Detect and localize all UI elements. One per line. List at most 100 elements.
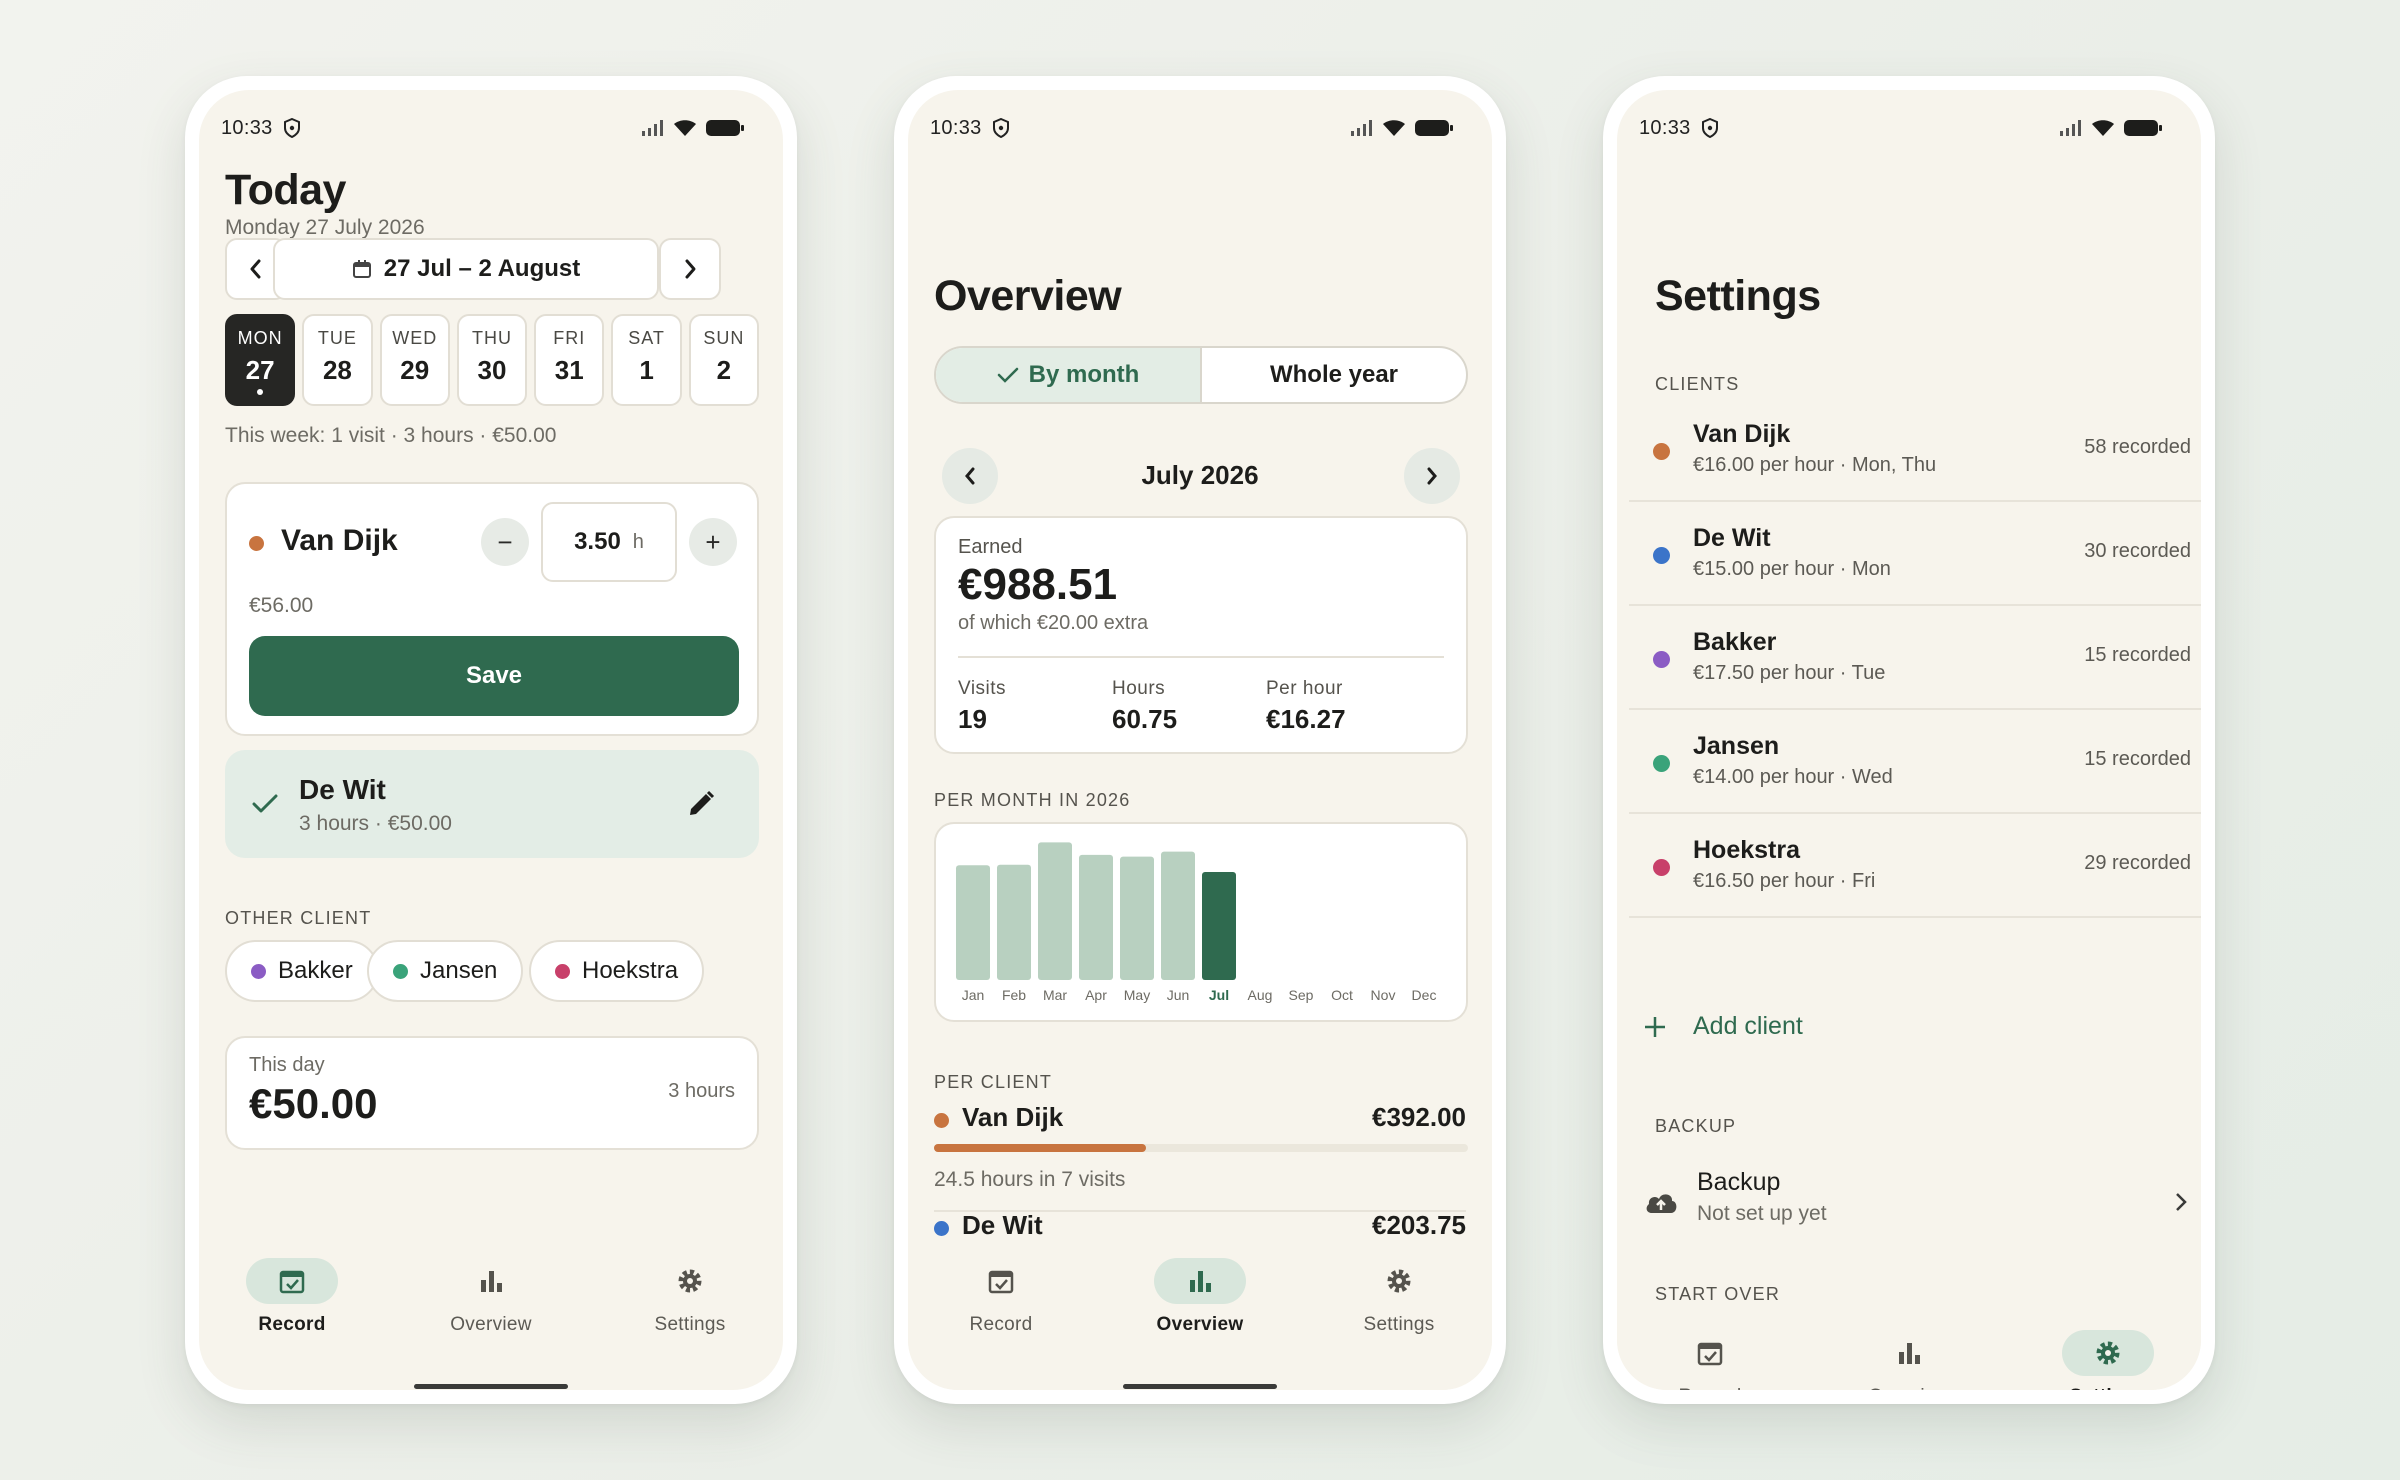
day-sun[interactable]: SUN 2 bbox=[688, 314, 759, 406]
increase-hours-button[interactable]: + bbox=[689, 518, 737, 566]
signal-icon bbox=[2060, 120, 2081, 136]
visit-entry-card: Van Dijk − 3.50 h + €56.00 Save bbox=[225, 482, 759, 736]
nav-overview[interactable]: Overview bbox=[1135, 1258, 1265, 1336]
client-color-dot bbox=[555, 963, 570, 979]
client-row-hoekstra[interactable]: Hoekstra €16.50 per hour · Fri 29 record… bbox=[1629, 814, 2201, 918]
battery-icon bbox=[2124, 120, 2162, 136]
calendar-check-icon bbox=[1697, 1342, 1723, 1366]
nav-record[interactable]: Record bbox=[1645, 1330, 1775, 1390]
backup-title: Backup bbox=[1697, 1168, 1781, 1196]
stat-hours: Hours 60.75 bbox=[1112, 678, 1177, 735]
whole-year-option[interactable]: Whole year bbox=[1202, 348, 1466, 402]
bar-apr[interactable] bbox=[1079, 854, 1113, 980]
battery-icon bbox=[706, 120, 744, 136]
bar-mar[interactable] bbox=[1038, 842, 1072, 980]
client-chip-hoekstra[interactable]: Hoekstra bbox=[529, 940, 705, 1002]
nav-settings[interactable]: Settings bbox=[2043, 1330, 2173, 1390]
nav-overview[interactable]: Overview bbox=[1844, 1330, 1974, 1390]
tick-label-jun: Jun bbox=[1167, 987, 1190, 1003]
nav-label: Overview bbox=[450, 1314, 532, 1335]
gear-icon bbox=[1387, 1269, 1411, 1293]
bar-feb[interactable] bbox=[997, 864, 1031, 980]
nav-label: Overview bbox=[1156, 1314, 1244, 1335]
next-week-button[interactable] bbox=[659, 238, 721, 300]
edit-visit-button[interactable] bbox=[679, 782, 723, 826]
nav-overview[interactable]: Overview bbox=[426, 1258, 556, 1336]
client-row-jansen[interactable]: Jansen €14.00 per hour · Wed 15 recorded bbox=[1629, 710, 2201, 814]
day-number: 30 bbox=[477, 355, 507, 385]
client-chip-jansen[interactable]: Jansen bbox=[367, 940, 524, 1002]
client-rate: €14.00 per hour · Wed bbox=[1693, 766, 1893, 788]
nav-settings[interactable]: Settings bbox=[625, 1258, 755, 1336]
client-name: De Wit bbox=[962, 1210, 1043, 1240]
client-row-de-wit[interactable]: De Wit €15.00 per hour · Mon 30 recorded bbox=[1629, 502, 2201, 606]
status-time: 10:33 bbox=[1639, 116, 1691, 139]
bar-may[interactable] bbox=[1120, 856, 1154, 980]
client-amount: €392.00 bbox=[1372, 1102, 1466, 1132]
day-number: 2 bbox=[716, 355, 732, 385]
by-month-option[interactable]: By month bbox=[936, 348, 1202, 402]
hours-input[interactable]: 3.50 h bbox=[541, 502, 677, 582]
client-count: 29 recorded bbox=[2084, 852, 2191, 874]
monthly-bar-chart: Jan Feb Mar Apr May Jun Jul Aug Sep Oct Nov Dec bbox=[956, 842, 1436, 1003]
day-fri[interactable]: FRI 31 bbox=[534, 314, 605, 406]
nav-record[interactable]: Record bbox=[936, 1258, 1066, 1336]
bar-jun[interactable] bbox=[1161, 851, 1195, 980]
nav-label: Settings bbox=[1363, 1314, 1435, 1335]
chart-title: PER MONTH IN 2026 bbox=[934, 790, 1131, 810]
status-icons bbox=[1350, 119, 1454, 137]
recorded-visit-card[interactable]: De Wit 3 hours · €50.00 bbox=[225, 750, 759, 858]
day-mon[interactable]: MON 27 bbox=[225, 314, 296, 406]
day-number: 31 bbox=[554, 355, 584, 385]
chevron-right-icon bbox=[1427, 467, 1437, 485]
day-number: 29 bbox=[400, 355, 430, 385]
shield-icon bbox=[992, 118, 1009, 138]
tick-label-apr: Apr bbox=[1085, 987, 1107, 1003]
client-chip-bakker[interactable]: Bakker bbox=[225, 940, 379, 1002]
chevron-left-icon bbox=[250, 259, 261, 279]
day-total-label: This day bbox=[249, 1054, 325, 1076]
hours-unit: h bbox=[632, 530, 644, 553]
nav-record[interactable]: Record bbox=[227, 1258, 357, 1336]
earned-label: Earned bbox=[958, 536, 1023, 558]
week-range-button[interactable]: 27 Jul – 2 August bbox=[273, 238, 659, 300]
plus-icon bbox=[1645, 1016, 1665, 1037]
client-share-fill bbox=[934, 1144, 1146, 1152]
backup-row[interactable]: Backup Not set up yet bbox=[1629, 1160, 2201, 1250]
page-title: Settings bbox=[1655, 272, 1821, 320]
nav-record-pill bbox=[955, 1258, 1047, 1304]
client-color-dot bbox=[934, 1113, 949, 1128]
backup-section-label: BACKUP bbox=[1655, 1116, 1737, 1136]
wifi-icon bbox=[1383, 120, 1405, 136]
day-sat[interactable]: SAT 1 bbox=[611, 314, 682, 406]
day-tue[interactable]: TUE 28 bbox=[302, 314, 373, 406]
client-color-dot bbox=[1653, 755, 1670, 772]
chip-label: Hoekstra bbox=[582, 957, 679, 984]
wifi-icon bbox=[674, 120, 696, 136]
day-picker: MON 27 TUE 28 WED 29 THU 30 FRI 31 SAT 1 SUN 2 bbox=[225, 314, 759, 406]
add-client-button[interactable]: Add client bbox=[1643, 1012, 1803, 1041]
client-name: Van Dijk bbox=[1693, 420, 1791, 448]
add-client-label: Add client bbox=[1693, 1012, 1803, 1040]
recorded-client-name: De Wit bbox=[299, 774, 386, 805]
next-month-button[interactable] bbox=[1404, 448, 1460, 504]
week-range-label: 27 Jul – 2 August bbox=[383, 255, 581, 282]
nav-record-pill bbox=[1664, 1330, 1756, 1376]
shield-icon bbox=[1701, 118, 1718, 138]
other-client-label: OTHER CLIENT bbox=[225, 908, 372, 928]
page-title: Today bbox=[225, 166, 346, 214]
decrease-hours-button[interactable]: − bbox=[481, 518, 529, 566]
day-thu[interactable]: THU 30 bbox=[456, 314, 528, 406]
nav-settings[interactable]: Settings bbox=[1334, 1258, 1464, 1336]
day-wed[interactable]: WED 29 bbox=[379, 314, 450, 406]
chevron-right-icon bbox=[685, 259, 696, 279]
client-row-van-dijk[interactable]: Van Dijk €16.00 per hour · Mon, Thu 58 r… bbox=[1629, 398, 2201, 502]
bar-jan[interactable] bbox=[956, 865, 990, 980]
nav-label: Settings bbox=[2043, 1386, 2173, 1390]
client-amount: €203.75 bbox=[1372, 1210, 1466, 1240]
monthly-chart-card: Jan Feb Mar Apr May Jun Jul Aug Sep Oct Nov Dec bbox=[934, 822, 1468, 1022]
client-row-bakker[interactable]: Bakker €17.50 per hour · Tue 15 recorded bbox=[1629, 606, 2201, 710]
bar-jul[interactable] bbox=[1202, 872, 1236, 980]
bar-chart-icon bbox=[1899, 1343, 1920, 1364]
save-button[interactable]: Save bbox=[249, 636, 739, 716]
